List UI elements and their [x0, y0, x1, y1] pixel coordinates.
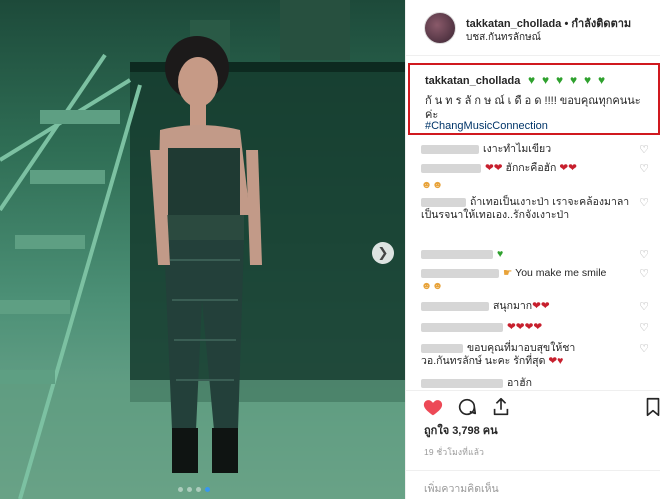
- comment-like-icon[interactable]: ♡: [639, 267, 649, 280]
- share-icon[interactable]: [490, 396, 512, 418]
- add-comment-input[interactable]: เพิ่มความคิดเห็น: [424, 480, 499, 497]
- heart-icon: ❤♥: [548, 355, 564, 367]
- smile-emoji-icon: ☻☻: [421, 280, 444, 292]
- avatar[interactable]: [424, 12, 456, 44]
- green-hearts: ♥ ♥ ♥ ♥ ♥ ♥: [528, 74, 610, 86]
- comment-text: เงาะทำไมเขียว: [483, 143, 552, 155]
- stage-scene: [0, 0, 405, 499]
- post-timestamp: 19 ชั่วโมงที่แล้ว: [424, 447, 485, 457]
- username-link[interactable]: takkatan_chollada: [466, 18, 561, 30]
- carousel-dot-active: [205, 487, 210, 492]
- following-status[interactable]: • กำลังติดตาม: [564, 18, 631, 30]
- comment-like-icon[interactable]: ♡: [639, 342, 649, 355]
- comment-username-blurred[interactable]: [421, 144, 479, 154]
- red-heart-icon: ❤❤: [532, 300, 550, 312]
- caption-hashtag[interactable]: #ChangMusicConnection: [425, 120, 548, 132]
- comment-username-blurred[interactable]: [421, 163, 481, 173]
- comment-text: สนุกมาก: [493, 300, 533, 312]
- comment-text: อาฮัก: [507, 377, 532, 389]
- green-heart-icon: ♥: [542, 73, 550, 87]
- comment-username-blurred[interactable]: [421, 268, 499, 278]
- carousel-dot: [187, 487, 192, 492]
- heart-filled-icon[interactable]: [422, 396, 444, 418]
- add-comment-bar[interactable]: เพิ่มความคิดเห็น: [406, 470, 660, 499]
- comment-text: ฮักกะคือฮัก: [505, 162, 557, 174]
- comment-item: เงาะทำไมเขียว: [421, 143, 636, 156]
- comment-text: You make me smile: [515, 267, 607, 279]
- comment-item: สนุกมาก❤❤: [421, 300, 636, 313]
- comment-item: ถ้าเทอเป็นเงาะป่า เราจะคล้องมาลา เป็นรจน…: [421, 196, 636, 222]
- comment-bubble-icon[interactable]: [456, 396, 478, 418]
- comment-like-icon[interactable]: ♡: [639, 143, 649, 156]
- comment-like-icon[interactable]: ♡: [639, 162, 649, 175]
- comment-username-blurred[interactable]: [421, 343, 463, 353]
- carousel-indicator: [178, 487, 210, 492]
- post-header: takkatan_chollada • กำลังติดตาม บชส.กันท…: [406, 0, 660, 56]
- bookmark-icon[interactable]: [642, 396, 660, 418]
- like-count[interactable]: ถูกใจ 3,798 คน: [424, 421, 498, 439]
- red-heart-icon: ❤❤❤❤: [507, 321, 543, 333]
- comment-item: ❤❤❤❤: [421, 321, 636, 334]
- comment-item: ❤❤ ฮักกะคือฮัก ❤❤: [421, 162, 636, 175]
- smile-emoji-icon: ☻☻: [421, 179, 444, 191]
- comment-username-blurred[interactable]: [421, 378, 503, 388]
- comment-like-icon[interactable]: ♡: [639, 196, 649, 209]
- post-actions: [406, 390, 660, 420]
- post-side-panel: takkatan_chollada • กำลังติดตาม บชส.กันท…: [405, 0, 660, 499]
- carousel-dot: [178, 487, 183, 492]
- comment-username-blurred[interactable]: [421, 322, 503, 332]
- red-heart-icon: ❤❤: [559, 162, 577, 174]
- comment-item: ขอบคุณที่มาอบสุขให้ชาวอ.กันทรลักษ์ นะคะ …: [421, 342, 636, 368]
- post-photo[interactable]: ❯: [0, 0, 405, 499]
- green-heart-icon: ♥: [598, 73, 606, 87]
- location-link[interactable]: บชส.กันทรลักษณ์: [466, 30, 541, 45]
- instagram-post-view: ❯ takkatan_chollada • กำลังติดตาม บชส.กั…: [0, 0, 660, 499]
- caption-username[interactable]: takkatan_chollada: [425, 75, 520, 87]
- green-heart-icon: ♥: [556, 73, 564, 87]
- green-heart-icon: ♥: [528, 73, 536, 87]
- carousel-next-button[interactable]: ❯: [372, 242, 394, 264]
- comment-item: ♥: [421, 248, 636, 261]
- comment-username-blurred[interactable]: [421, 197, 466, 207]
- comment-item: อาฮัก: [421, 377, 636, 390]
- chevron-right-icon: ❯: [377, 245, 389, 260]
- carousel-dot: [196, 487, 201, 492]
- comment-username-blurred[interactable]: [421, 249, 493, 259]
- comment-like-icon[interactable]: ♡: [639, 321, 649, 334]
- caption-text-line1: กั น ท ร ลั ก ษ ณ์ เ ดื อ ด !!!! ขอบคุณท…: [425, 95, 641, 107]
- green-heart-icon: ♥: [570, 73, 578, 87]
- comment-like-icon[interactable]: ♡: [639, 248, 649, 261]
- green-heart-icon: ♥: [584, 73, 592, 87]
- comment-username-blurred[interactable]: [421, 301, 489, 311]
- comment-item: ☻☻: [421, 179, 636, 192]
- green-heart-icon: ♥: [497, 248, 504, 260]
- pointing-hand-icon: ☛: [503, 267, 513, 279]
- caption-highlight: takkatan_chollada ♥ ♥ ♥ ♥ ♥ ♥ กั น ท ร ล…: [408, 63, 660, 135]
- comment-list: เงาะทำไมเขียว ♡ ❤❤ ฮักกะคือฮัก ❤❤ ♡ ☻☻ ถ…: [406, 138, 660, 390]
- red-heart-icon: ❤❤: [485, 162, 503, 174]
- comment-item: ☛ You make me smile ☻☻: [421, 267, 636, 293]
- comment-like-icon[interactable]: ♡: [639, 300, 649, 313]
